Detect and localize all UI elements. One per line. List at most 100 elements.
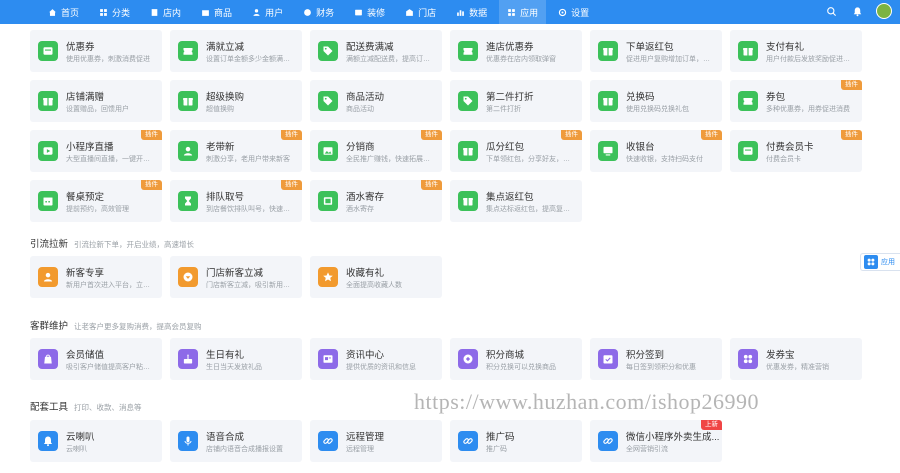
marketing_cards-card-desc: 超值换购 — [206, 106, 234, 113]
traffic_cards-card[interactable]: 门店新客立减 门店新客立减，吸引新用户下单 — [170, 256, 302, 298]
plugin-badge: 插件 — [701, 130, 722, 140]
search-icon[interactable] — [824, 4, 838, 18]
image-icon — [318, 141, 338, 161]
traffic_cards-card-desc: 全面提高收藏人数 — [346, 282, 402, 289]
marketing_cards-card[interactable]: 老带新 刺激分享，老用户带来新客 插件 — [170, 130, 302, 172]
home-icon — [48, 8, 57, 17]
marketing_cards-card-desc: 促进用户复购增加订单，提升 — [626, 56, 716, 63]
marketing_cards-card[interactable]: 餐桌预定 提前预约，高效管理 插件 — [30, 180, 162, 222]
user-icon — [252, 8, 261, 17]
marketing_cards-card[interactable]: 收银台快速收银，支持扫码支付 插件 — [590, 130, 722, 172]
traffic_cards-card[interactable]: 收藏有礼 全面提高收藏人数 — [310, 256, 442, 298]
marketing_cards-card[interactable]: 酒水寄存 酒水寄存 插件 — [310, 180, 442, 222]
marketing_cards-card-title: 收银台 — [626, 142, 655, 153]
tag-icon — [318, 41, 338, 61]
marketing_cards-card-title: 小程序直播 — [66, 142, 114, 153]
nav-item[interactable]: 首页 — [40, 0, 87, 24]
top-right-tools — [824, 3, 892, 19]
watermark: https://www.huzhan.com/ishop26990 — [414, 389, 760, 414]
retention_cards-card[interactable]: 资讯中心 提供优质的资讯和信息 — [310, 338, 442, 380]
nav-item[interactable]: 设置 — [550, 0, 597, 24]
nav-item[interactable]: 装修 — [346, 0, 393, 24]
marketing_cards-card[interactable]: 排队取号 到店餐饮排队叫号，快速分桌 插件 — [170, 180, 302, 222]
marketing_cards-card-title: 進店优惠券 — [486, 42, 534, 53]
monitor-icon — [598, 141, 618, 161]
marketing_cards-card[interactable]: 满就立减 设置订单金额多少金额满额促进 — [170, 30, 302, 72]
nav-item[interactable]: 数据 — [448, 0, 495, 24]
marketing_cards-card-title: 店铺满赠 — [66, 92, 105, 103]
tool_cards-card-desc: 全网营销引流 — [626, 446, 668, 453]
hourglass-icon — [178, 191, 198, 211]
retention_cards-card[interactable]: 积分商城 积分兑换可以兑换商品 — [450, 338, 582, 380]
goods-icon — [201, 8, 210, 17]
marketing_cards-card[interactable]: 付费会员卡 付费会员卡 插件 — [730, 130, 862, 172]
marketing_cards-card-desc: 酒水寄存 — [346, 206, 374, 213]
marketing_cards-card-desc: 多种优惠券，用券促进消费 — [766, 106, 850, 113]
marketing_cards-card[interactable]: 商品活动 商品活动 — [310, 80, 442, 122]
tool_cards-card[interactable]: 推广码 推广码 — [450, 420, 582, 462]
marketing_cards-card-title: 老带新 — [206, 142, 235, 153]
person-icon — [178, 141, 198, 161]
side-float-button[interactable]: 应用 — [860, 253, 900, 271]
nav-item[interactable]: 财务 — [295, 0, 342, 24]
side-float-label: 应用 — [881, 259, 895, 266]
tool_cards-card-title: 推广码 — [486, 432, 515, 443]
marketing_cards-card-desc: 快速收银，支持扫码支付 — [626, 156, 703, 163]
section-title-retention: 客群维护 让老客户更多复购消费，提高会员复购 — [30, 321, 202, 332]
marketing_cards-card-title: 付费会员卡 — [766, 142, 814, 153]
down-icon — [178, 267, 198, 287]
marketing_cards-card[interactable]: 店铺满赠设置赠品，回馈用户 — [30, 80, 162, 122]
marketing_cards-card[interactable]: 超级换购 超值换购 — [170, 80, 302, 122]
marketing_cards-card[interactable]: 瓜分红包 下单领红包，分享好友，邀人 插件 — [450, 130, 582, 172]
check-icon — [598, 349, 618, 369]
marketing_cards-card-desc: 使用优惠券，刺激消费促进 — [66, 56, 150, 63]
marketing_cards-card[interactable]: 下单返红包 促进用户复购增加订单，提升 — [590, 30, 722, 72]
section-title-traffic: 引流拉新 引流拉新下单，开启业绩，高速增长 — [30, 239, 195, 250]
marketing_cards-card[interactable]: 券包 多种优惠券，用券促进消费 插件 — [730, 80, 862, 122]
nav-item-label: 设置 — [571, 7, 590, 18]
link-icon — [598, 431, 618, 451]
box-icon — [318, 191, 338, 211]
retention_cards-card[interactable]: 生日有礼 生日当天发放礼品 — [170, 338, 302, 380]
ticket-icon — [738, 91, 758, 111]
nav-item[interactable]: 店内 — [142, 0, 189, 24]
tool_cards-card[interactable]: 微信小程序外卖生成... 全网营销引流 上新 — [590, 420, 722, 462]
tool_cards-card[interactable]: 云喇叭 云喇叭 — [30, 420, 162, 462]
nav-item[interactable]: 分类 — [91, 0, 138, 24]
nav-item-label: 应用 — [520, 7, 539, 18]
retention_cards-card[interactable]: 积分签到 每日签到领积分和优惠 — [590, 338, 722, 380]
nav-item[interactable]: 用户 — [244, 0, 291, 24]
marketing_cards-card-title: 配送费满减 — [346, 42, 394, 53]
marketing_cards-card[interactable]: 支付有礼 用户付款后发放奖励促进消费 — [730, 30, 862, 72]
marketing_cards-card-desc: 设置赠品，回馈用户 — [66, 106, 129, 113]
retention_cards-card-title: 积分签到 — [626, 350, 665, 361]
retention_cards-card[interactable]: 会员储值 吸引客户储值提高客户粘性和 — [30, 338, 162, 380]
marketing_cards-card-desc: 提前预约，高效管理 — [66, 206, 129, 213]
retention_cards-card[interactable]: 发券宝 优惠发券，精准营销 — [730, 338, 862, 380]
data-icon — [456, 8, 465, 17]
marketing_cards-card[interactable]: 進店优惠券 优惠券在店内领取弹窗 — [450, 30, 582, 72]
avatar[interactable] — [876, 3, 892, 19]
bell-icon[interactable] — [850, 4, 864, 18]
marketing_cards-card[interactable]: 兑换码 使用兑换码兑换礼包 — [590, 80, 722, 122]
play-icon — [38, 141, 58, 161]
tool_cards-card[interactable]: 远程管理 远程管理 — [310, 420, 442, 462]
nav-item[interactable]: 门店 — [397, 0, 444, 24]
marketing_cards-card[interactable]: 配送费满减 满额立减配送费，提高订单成交 — [310, 30, 442, 72]
marketing_cards-card[interactable]: 集点返红包 集点达标返红包，提高复购率 — [450, 180, 582, 222]
retention_cards-card-title: 资讯中心 — [346, 350, 385, 361]
marketing_cards-card[interactable]: 优惠券 使用优惠券，刺激消费促进 — [30, 30, 162, 72]
tool_cards-card[interactable]: 语音合成 店铺内语音合成播报设置 — [170, 420, 302, 462]
marketing_cards-card[interactable]: 第二件打折 第二件打折 — [450, 80, 582, 122]
marketing_cards-card-title: 排队取号 — [206, 192, 245, 203]
tag-icon — [318, 91, 338, 111]
tool_cards-card-title: 云喇叭 — [66, 432, 95, 443]
nav-item[interactable]: 应用 — [499, 0, 547, 24]
marketing_cards-card-desc: 设置订单金额多少金额满额促进 — [206, 56, 296, 63]
plugin-badge: 插件 — [841, 130, 862, 140]
marketing_cards-card[interactable]: 小程序直播 大型直播间直播，一键开启直播 插件 — [30, 130, 162, 172]
marketing_cards-card-desc: 付费会员卡 — [766, 156, 801, 163]
nav-item[interactable]: 商品 — [193, 0, 240, 24]
marketing_cards-card[interactable]: 分销商 全民推广赚钱，快速拓展渠道 插件 — [310, 130, 442, 172]
traffic_cards-card[interactable]: 新客专享 新用户首次进入平台，立享好礼 — [30, 256, 162, 298]
